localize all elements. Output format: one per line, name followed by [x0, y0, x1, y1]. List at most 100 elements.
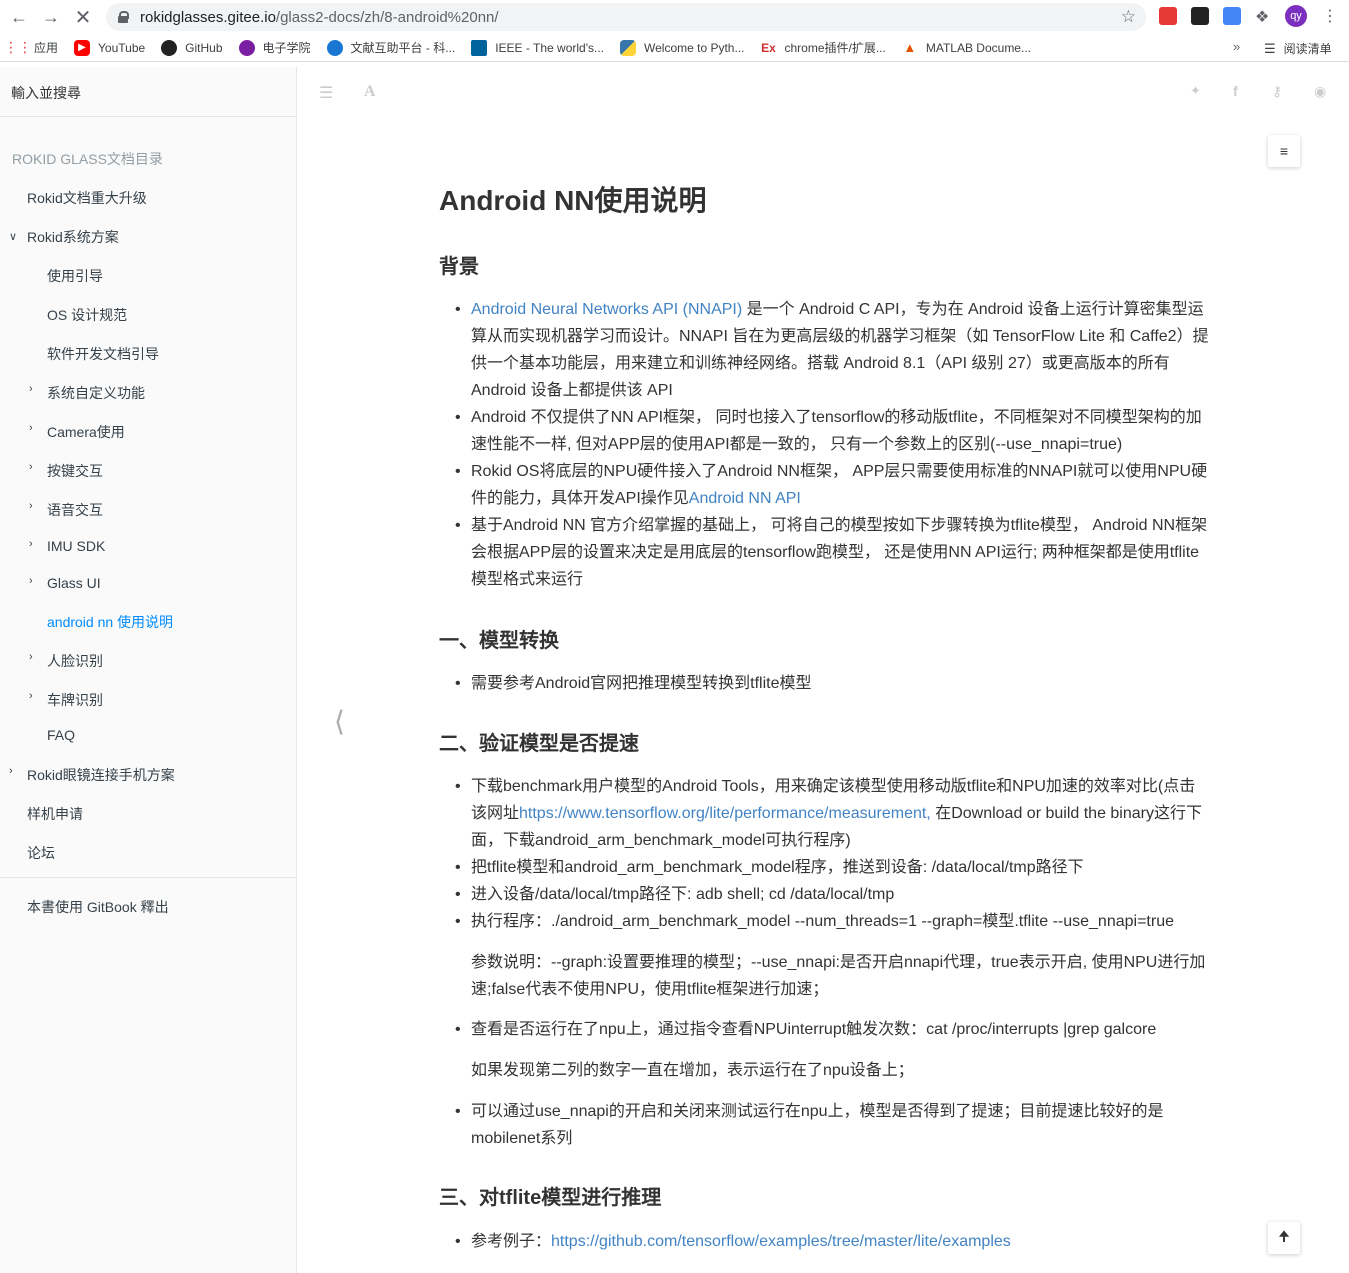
chevron-right-icon[interactable]: ›: [29, 575, 33, 587]
github-icon[interactable]: ◉: [1314, 83, 1326, 100]
sidebar-item-system[interactable]: Rokid系统方案: [27, 227, 119, 247]
chevron-right-icon[interactable]: ›: [9, 765, 13, 777]
chevron-right-icon[interactable]: ›: [29, 461, 33, 473]
bookmark-apps[interactable]: ⋮⋮ 应用: [4, 39, 58, 56]
reading-list-icon: ☰: [1264, 40, 1276, 56]
forward-arrow-icon[interactable]: →: [35, 1, 67, 33]
bookmark-school[interactable]: 电子学院: [238, 39, 311, 56]
back-to-top-button[interactable]: 🠉: [1268, 1222, 1300, 1254]
section-heading-inference: 三、对tflite模型进行推理: [439, 1187, 662, 1209]
tensorflow-measurement-link[interactable]: https://www.tensorflow.org/lite/performa…: [519, 805, 931, 822]
chevron-right-icon[interactable]: ›: [29, 500, 33, 512]
npu-note: 如果发现第二列的数字一直在增加，表示运行在了npu设备上；: [471, 1062, 914, 1079]
extension-red-icon[interactable]: [1159, 7, 1177, 25]
bookmarks-bar: ⋮⋮ 应用 ▶ YouTube GitHub 电子学院 文献互助平台 - 科... …: [0, 34, 1349, 62]
chevron-right-icon[interactable]: ›: [29, 538, 33, 550]
chevron-down-icon[interactable]: ∨: [9, 230, 17, 243]
bookmark-matlab[interactable]: ▲ MATLAB Docume...: [902, 40, 1031, 56]
list-item: 基于Android NN 官方介绍掌握的基础上， 可将自己的模型按如下步骤转换为…: [455, 512, 1211, 593]
sidebar-item-sample[interactable]: 样机申请: [27, 804, 83, 824]
sidebar-item-guide[interactable]: 使用引导: [47, 266, 103, 286]
book-sidebar: 輸入並搜尋 ROKID GLASS文档目录 Rokid文档重大升级 ∨ Roki…: [0, 67, 297, 1273]
list-item: 进入设备/data/local/tmp路径下: adb shell; cd /d…: [455, 881, 1211, 908]
bookmark-github[interactable]: GitHub: [161, 39, 223, 56]
address-bar[interactable]: rokidglasses.gitee.io/glass2-docs/zh/8-a…: [106, 3, 1146, 31]
site-icon: [326, 39, 343, 56]
chevron-right-icon[interactable]: ›: [29, 690, 33, 702]
python-icon: [620, 39, 636, 56]
profile-avatar[interactable]: qy: [1285, 5, 1307, 27]
url-host: rokidglasses.gitee.io: [140, 8, 276, 26]
share-icon[interactable]: ⚷: [1272, 83, 1282, 100]
section-heading-model-convert: 一、模型转换: [439, 630, 559, 652]
list-item: 下载benchmark用户模型的Android Tools，用来确定该模型使用移…: [455, 773, 1211, 854]
translate-icon[interactable]: [1223, 7, 1241, 25]
sidebar-item-upgrade[interactable]: Rokid文档重大升级: [27, 188, 147, 208]
back-arrow-icon[interactable]: ←: [3, 1, 35, 33]
sidebar-item-faq[interactable]: FAQ: [47, 727, 75, 743]
arrow-up-icon: 🠉: [1278, 1228, 1290, 1244]
list-icon: ≡: [1279, 143, 1289, 159]
page-toc-button[interactable]: ≡: [1268, 135, 1300, 167]
tf-examples-link[interactable]: https://github.com/tensorflow/examples/t…: [551, 1233, 1011, 1250]
ieee-icon: [471, 39, 488, 56]
sidebar-item-phone[interactable]: Rokid眼镜连接手机方案: [27, 765, 175, 785]
previous-page-arrow-icon[interactable]: ⟨: [334, 705, 345, 738]
more-bookmarks-icon[interactable]: »: [1233, 39, 1240, 54]
sidebar-item-forum[interactable]: 论坛: [27, 843, 55, 863]
sidebar-item-os-design[interactable]: OS 设计规范: [47, 305, 127, 325]
facebook-icon[interactable]: f: [1233, 83, 1238, 99]
chevron-right-icon[interactable]: ›: [29, 383, 33, 395]
sidebar-item-android-nn[interactable]: android nn 使用说明: [47, 612, 173, 632]
matlab-icon: ▲: [903, 40, 917, 55]
bookmark-python[interactable]: Welcome to Pyth...: [620, 39, 744, 56]
gitbook-credit[interactable]: 本書使用 GitBook 釋出: [27, 897, 169, 917]
stop-loading-icon[interactable]: ✕: [67, 1, 99, 33]
chevron-right-icon[interactable]: ›: [29, 422, 33, 434]
sidebar-item-plate[interactable]: 车牌识别: [47, 690, 103, 710]
nnapi-link[interactable]: Android Neural Networks API (NNAPI): [471, 301, 742, 318]
sidebar-item-face[interactable]: 人脸识别: [47, 651, 103, 671]
bookmark-chrome-ext[interactable]: Ex chrome插件/扩展...: [760, 39, 886, 56]
sidebar-item-keys[interactable]: 按键交互: [47, 461, 103, 481]
toc-title: ROKID GLASS文档目录: [12, 151, 163, 167]
sidebar-toggle-icon[interactable]: ☰: [319, 83, 333, 103]
search-input[interactable]: 輸入並搜尋: [0, 67, 296, 117]
font-settings-icon[interactable]: A: [364, 83, 376, 101]
list-item: 执行程序：./android_arm_benchmark_model --num…: [455, 908, 1211, 935]
apps-grid-icon: ⋮⋮: [4, 39, 32, 55]
ex-icon: Ex: [761, 40, 776, 55]
list-item: 查看是否运行在了npu上，通过指令查看NPUinterrupt触发次数：cat …: [455, 1016, 1211, 1043]
github-icon: [161, 39, 178, 56]
bookmark-ieee[interactable]: IEEE - The world's...: [471, 39, 604, 56]
sidebar-item-custom[interactable]: 系统自定义功能: [47, 383, 145, 403]
list-item: 把tflite模型和android_arm_benchmark_model程序，…: [455, 854, 1211, 881]
sidebar-divider: [0, 877, 296, 878]
twitter-icon[interactable]: ✦: [1190, 83, 1201, 99]
param-note: 参数说明：--graph:设置要推理的模型；--use_nnapi:是否开启nn…: [471, 954, 1206, 998]
browser-toolbar: ← → ✕ rokidglasses.gitee.io/glass2-docs/…: [0, 0, 1349, 34]
book-body: ☰ A ✦ f ⚷ ◉ ≡ ⟨ 🠉 Android NN使用说明 背景 Andr…: [298, 67, 1349, 1273]
sidebar-item-glass-ui[interactable]: Glass UI: [47, 575, 101, 591]
reading-list[interactable]: ☰ 阅读清单: [1264, 40, 1332, 57]
sidebar-item-dev-docs[interactable]: 软件开发文档引导: [47, 344, 159, 364]
bookmark-youtube[interactable]: ▶ YouTube: [74, 39, 145, 56]
list-item: 参考例子：https://github.com/tensorflow/examp…: [455, 1228, 1211, 1255]
android-nn-api-link[interactable]: Android NN API: [689, 490, 801, 507]
list-item: 需要参考Android官网把推理模型转换到tflite模型: [455, 670, 1211, 697]
school-icon: [238, 39, 255, 56]
list-item: Android 不仅提供了NN API框架， 同时也接入了tensorflow的…: [455, 404, 1211, 458]
bookmark-literature[interactable]: 文献互助平台 - 科...: [326, 39, 455, 56]
chevron-right-icon[interactable]: ›: [29, 651, 33, 663]
sidebar-item-voice[interactable]: 语音交互: [47, 500, 103, 520]
extensions-puzzle-icon[interactable]: ❖: [1255, 7, 1273, 26]
extension-black-icon[interactable]: [1191, 7, 1209, 25]
sidebar-item-imu[interactable]: IMU SDK: [47, 538, 105, 554]
section-heading-background: 背景: [439, 256, 479, 278]
menu-kebab-icon[interactable]: ⋮: [1322, 6, 1338, 26]
sidebar-item-camera[interactable]: Camera使用: [47, 422, 125, 442]
bookmark-star-icon[interactable]: ☆: [1121, 7, 1136, 27]
url-path: /glass2-docs/zh/8-android%20nn/: [275, 8, 499, 26]
section-heading-verify-speedup: 二、验证模型是否提速: [439, 733, 639, 755]
list-item: Android Neural Networks API (NNAPI) 是一个 …: [455, 296, 1211, 404]
